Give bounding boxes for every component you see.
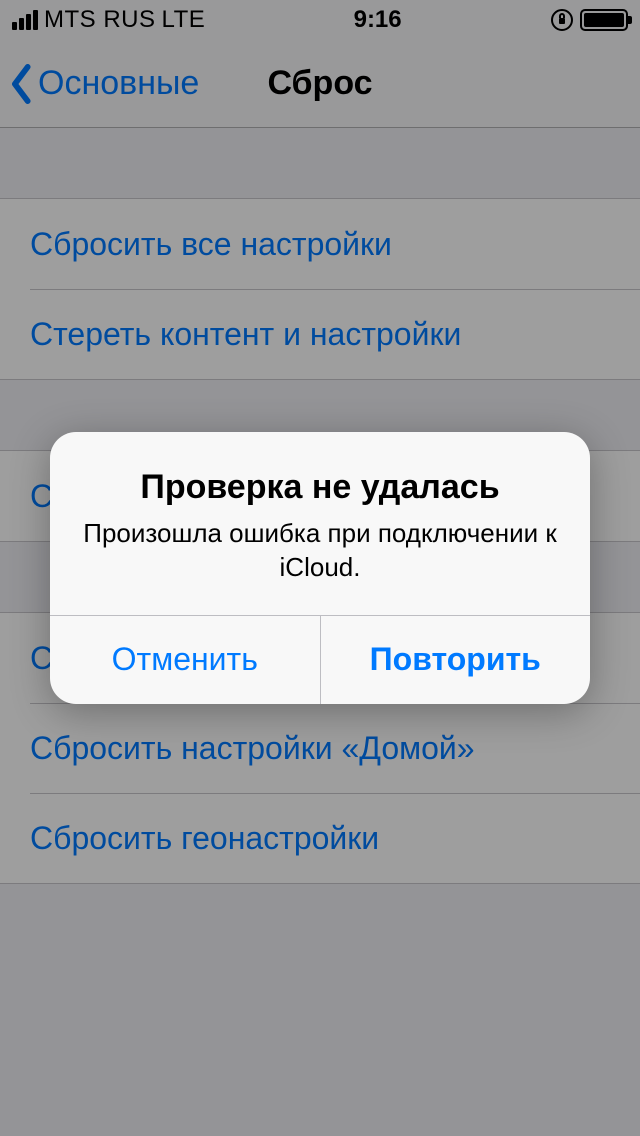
alert-retry-button[interactable]: Повторить <box>320 616 591 704</box>
alert-message: Произошла ошибка при подключении к iClou… <box>80 517 560 585</box>
alert-dialog: Проверка не удалась Произошла ошибка при… <box>50 432 590 704</box>
alert-cancel-button[interactable]: Отменить <box>50 616 320 704</box>
alert-body: Проверка не удалась Произошла ошибка при… <box>50 432 590 615</box>
alert-buttons: Отменить Повторить <box>50 615 590 704</box>
alert-title: Проверка не удалась <box>80 468 560 507</box>
modal-overlay: Проверка не удалась Произошла ошибка при… <box>0 0 640 1136</box>
